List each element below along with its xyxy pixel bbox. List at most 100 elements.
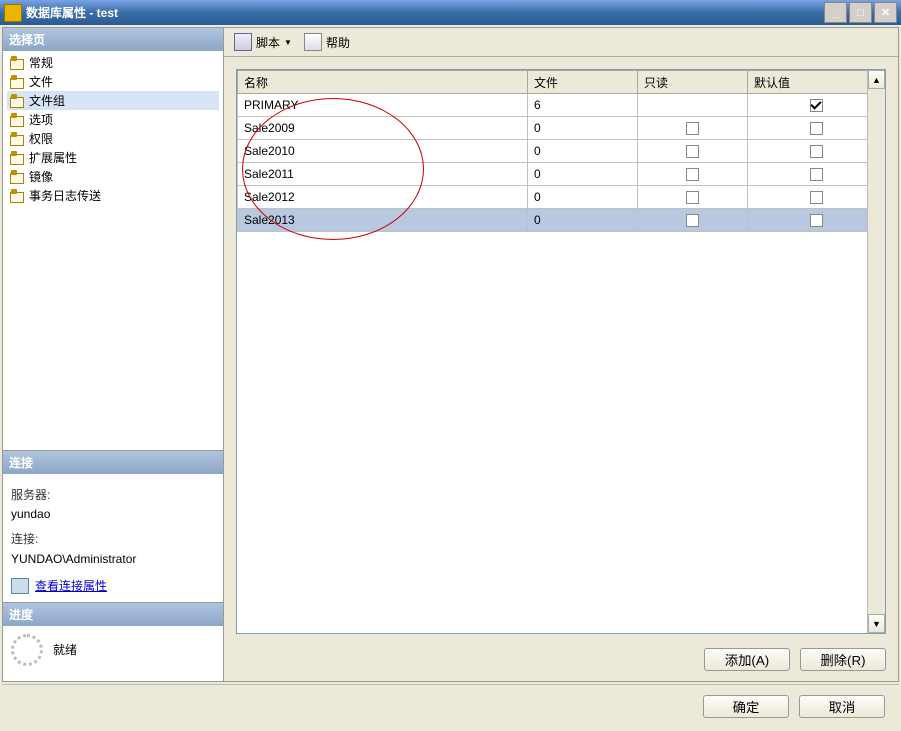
tree-item-6[interactable]: 镜像 <box>7 167 219 186</box>
tree-item-3[interactable]: 选项 <box>7 110 219 129</box>
tree-item-0[interactable]: 常规 <box>7 53 219 72</box>
maximize-button[interactable]: □ <box>849 2 872 23</box>
cell-readonly[interactable] <box>638 140 748 163</box>
add-button[interactable]: 添加(A) <box>704 648 790 671</box>
page-tree[interactable]: 常规文件文件组选项权限扩展属性镜像事务日志传送 <box>3 51 223 450</box>
cell-files[interactable]: 6 <box>528 94 638 117</box>
progress-panel: 进度 就绪 <box>3 602 223 674</box>
view-connection-properties-link[interactable]: 查看连接属性 <box>11 577 215 596</box>
help-label: 帮助 <box>326 34 350 51</box>
col-default[interactable]: 默认值 <box>748 71 885 94</box>
connection-label: 连接: <box>11 530 215 549</box>
readonly-checkbox[interactable] <box>686 168 699 181</box>
cell-files[interactable]: 0 <box>528 117 638 140</box>
readonly-checkbox[interactable] <box>686 191 699 204</box>
scroll-down-icon[interactable]: ▼ <box>868 614 885 633</box>
ok-button[interactable]: 确定 <box>703 695 789 718</box>
default-checkbox[interactable] <box>810 168 823 181</box>
table-row[interactable]: Sale20100 <box>238 140 885 163</box>
help-icon <box>304 33 322 51</box>
default-checkbox[interactable] <box>810 145 823 158</box>
tree-item-label: 权限 <box>29 130 53 147</box>
cell-files[interactable]: 0 <box>528 209 638 232</box>
default-checkbox[interactable] <box>810 214 823 227</box>
cell-readonly[interactable] <box>638 209 748 232</box>
default-checkbox[interactable] <box>810 122 823 135</box>
col-readonly[interactable]: 只读 <box>638 71 748 94</box>
page-icon <box>9 151 25 165</box>
progress-body: 就绪 <box>3 626 223 674</box>
connection-header: 连接 <box>3 451 223 474</box>
window-icon <box>4 4 22 22</box>
cell-default[interactable] <box>748 94 885 117</box>
grid-scrollbar[interactable]: ▲ ▼ <box>867 70 885 633</box>
tree-item-5[interactable]: 扩展属性 <box>7 148 219 167</box>
minimize-button[interactable]: _ <box>824 2 847 23</box>
script-icon <box>234 33 252 51</box>
readonly-checkbox[interactable] <box>686 145 699 158</box>
cell-name[interactable]: Sale2013 <box>238 209 528 232</box>
cell-readonly[interactable] <box>638 186 748 209</box>
page-icon <box>9 132 25 146</box>
titlebar[interactable]: 数据库属性 - test _ □ ✕ <box>0 0 901 25</box>
help-button[interactable]: 帮助 <box>300 32 354 52</box>
remove-button[interactable]: 删除(R) <box>800 648 886 671</box>
cell-files[interactable]: 0 <box>528 186 638 209</box>
window: 数据库属性 - test _ □ ✕ 选择页 常规文件文件组选项权限扩展属性镜像… <box>0 0 901 731</box>
progress-status: 就绪 <box>53 641 77 658</box>
page-icon <box>9 189 25 203</box>
page-icon <box>9 170 25 184</box>
cell-name[interactable]: Sale2009 <box>238 117 528 140</box>
cell-default[interactable] <box>748 209 885 232</box>
tree-item-label: 常规 <box>29 54 53 71</box>
progress-header: 进度 <box>3 603 223 626</box>
cell-name[interactable]: Sale2010 <box>238 140 528 163</box>
server-value: yundao <box>11 505 215 524</box>
readonly-checkbox[interactable] <box>686 214 699 227</box>
filegroups-grid[interactable]: 名称 文件 只读 默认值 PRIMARY6Sale20090Sale20100S… <box>237 70 885 232</box>
cell-name[interactable]: PRIMARY <box>238 94 528 117</box>
close-button[interactable]: ✕ <box>874 2 897 23</box>
spinner-icon <box>11 634 43 666</box>
script-button[interactable]: 脚本 ▼ <box>230 32 296 52</box>
default-checkbox[interactable] <box>810 99 823 112</box>
cell-readonly[interactable] <box>638 117 748 140</box>
properties-icon <box>11 578 29 594</box>
tree-item-4[interactable]: 权限 <box>7 129 219 148</box>
cell-readonly[interactable] <box>638 163 748 186</box>
scroll-up-icon[interactable]: ▲ <box>868 70 885 89</box>
tree-item-2[interactable]: 文件组 <box>7 91 219 110</box>
cell-readonly[interactable] <box>638 94 748 117</box>
tree-item-1[interactable]: 文件 <box>7 72 219 91</box>
connection-panel: 连接 服务器: yundao 连接: YUNDAO\Administrator … <box>3 450 223 602</box>
cancel-button[interactable]: 取消 <box>799 695 885 718</box>
tree-item-label: 镜像 <box>29 168 53 185</box>
cell-default[interactable] <box>748 163 885 186</box>
tree-item-label: 文件 <box>29 73 53 90</box>
table-row[interactable]: Sale20120 <box>238 186 885 209</box>
cell-name[interactable]: Sale2011 <box>238 163 528 186</box>
tree-item-label: 选项 <box>29 111 53 128</box>
view-connection-properties-label: 查看连接属性 <box>35 577 107 596</box>
tree-item-7[interactable]: 事务日志传送 <box>7 186 219 205</box>
window-title: 数据库属性 - test <box>26 4 824 21</box>
page-icon <box>9 94 25 108</box>
cell-default[interactable] <box>748 140 885 163</box>
col-files[interactable]: 文件 <box>528 71 638 94</box>
table-row[interactable]: Sale20130 <box>238 209 885 232</box>
cell-default[interactable] <box>748 117 885 140</box>
readonly-checkbox[interactable] <box>686 122 699 135</box>
table-row[interactable]: Sale20090 <box>238 117 885 140</box>
default-checkbox[interactable] <box>810 191 823 204</box>
cell-name[interactable]: Sale2012 <box>238 186 528 209</box>
table-row[interactable]: PRIMARY6 <box>238 94 885 117</box>
cell-default[interactable] <box>748 186 885 209</box>
col-name[interactable]: 名称 <box>238 71 528 94</box>
page-icon <box>9 113 25 127</box>
cell-files[interactable]: 0 <box>528 140 638 163</box>
dialog-buttons: 确定 取消 <box>2 684 899 728</box>
window-controls: _ □ ✕ <box>824 2 897 23</box>
cell-files[interactable]: 0 <box>528 163 638 186</box>
grid-header-row[interactable]: 名称 文件 只读 默认值 <box>238 71 885 94</box>
table-row[interactable]: Sale20110 <box>238 163 885 186</box>
